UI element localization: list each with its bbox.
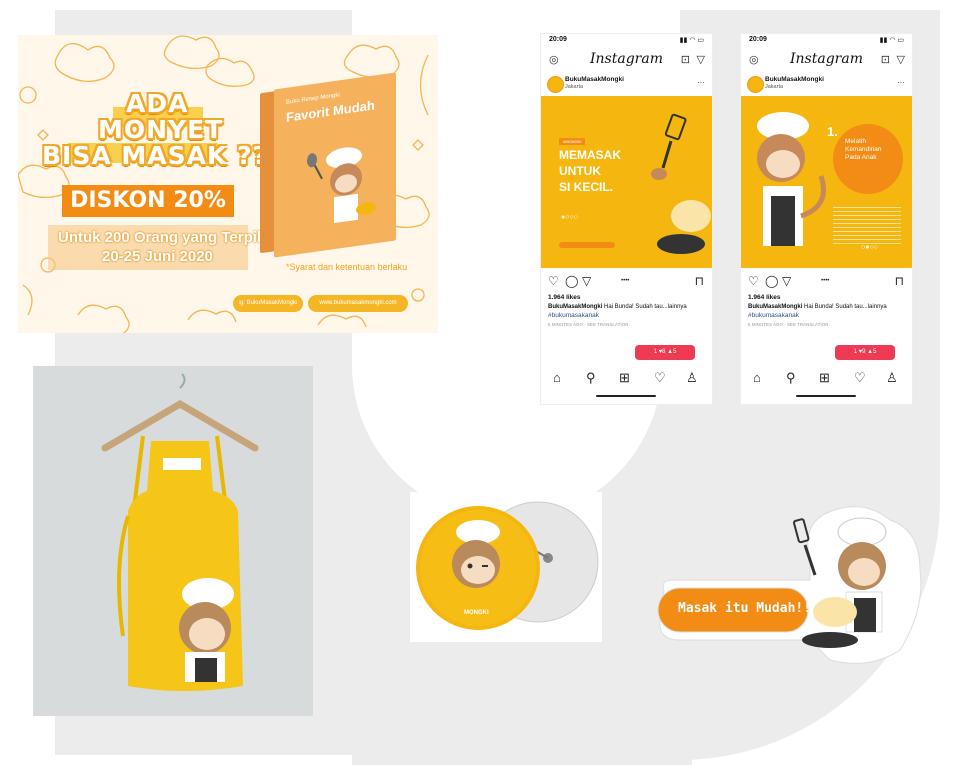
caption-username[interactable]: BukuMasakMongki xyxy=(748,304,802,310)
post-time: 5 MINUTES AGO · SEE TRANSLATION xyxy=(748,322,829,327)
post-location[interactable]: Jakarta xyxy=(765,84,783,90)
sticker-illustration xyxy=(657,506,922,664)
post-username[interactable]: BukuMasakMongki xyxy=(565,76,624,83)
caption-text: Hai Bunda! Sudah tau...lainnya xyxy=(804,304,887,310)
status-time: 20:09 xyxy=(549,36,567,43)
notification-badge: 1 ♥8 ▲5 xyxy=(635,345,695,360)
carousel-indicator: •••• xyxy=(621,278,630,284)
avatar[interactable] xyxy=(547,76,564,93)
home-icon[interactable]: ⌂ xyxy=(553,370,561,385)
promo-banner: ADA MONYET BISA MASAK ?? DISKON 20% Untu… xyxy=(18,35,438,333)
sticker-label: Masak itu Mudah!! xyxy=(678,601,812,616)
save-icon[interactable]: ⊓ xyxy=(695,274,704,288)
cookbook-front: Buku Resep Mongki Favorit Mudah xyxy=(274,72,396,258)
instagram-pill[interactable]: ig: BukuMasakMongki xyxy=(233,295,303,312)
more-options-icon[interactable]: ··· xyxy=(697,78,705,87)
status-time: 20:09 xyxy=(749,36,767,43)
offer-dates: 20-25 Juni 2020 xyxy=(102,248,213,265)
hashtag[interactable]: #bukumasakanak xyxy=(748,312,799,319)
phone-mockup-1: 20:09 ▮▮ ◠ ▭ ◎ Instagram ⊡ ▽ BukuMasakMo… xyxy=(540,33,713,405)
search-icon[interactable]: ⚲ xyxy=(786,370,796,386)
phone-mockup-2: 20:09 ▮▮ ◠ ▭ ◎ Instagram ⊡ ▽ BukuMasakMo… xyxy=(740,33,913,405)
search-icon[interactable]: ⚲ xyxy=(586,370,596,386)
book-mascot-illustration xyxy=(307,147,376,224)
post-image: 1. Melatih Kemandirian Pada Anak ○●○○ xyxy=(741,96,912,268)
avatar[interactable] xyxy=(747,76,764,93)
activity-icon[interactable]: ♡ xyxy=(654,370,666,386)
more-options-icon[interactable]: ··· xyxy=(897,78,905,87)
hashtag[interactable]: #bukumasakanak xyxy=(548,312,599,319)
comment-icon[interactable]: ◯ xyxy=(765,274,778,288)
offer-text: Untuk 200 Orang yang Terpilih xyxy=(58,229,275,246)
post-time: 5 MINUTES AGO · SEE TRANSLATION xyxy=(548,322,629,327)
save-icon[interactable]: ⊓ xyxy=(895,274,904,288)
tip-body-lines xyxy=(833,204,901,244)
status-icons: ▮▮ ◠ ▭ xyxy=(879,37,904,44)
post-location[interactable]: Jakarta xyxy=(565,84,583,90)
add-post-icon[interactable]: ⊞ xyxy=(819,370,830,386)
caption-text: Hai Bunda! Sudah tau...lainnya xyxy=(604,304,687,310)
post-username[interactable]: BukuMasakMongki xyxy=(765,76,824,83)
carousel-indicator: •••• xyxy=(821,278,830,284)
badge-label: MONGKI xyxy=(464,610,489,616)
igtv-icon[interactable]: ⊡ xyxy=(881,53,890,66)
tip-text: Melatih Kemandirian Pada Anak xyxy=(845,138,882,161)
caption-username[interactable]: BukuMasakMongki xyxy=(548,304,602,310)
apron-mockup xyxy=(33,366,313,716)
home-icon[interactable]: ⌂ xyxy=(753,370,761,385)
headline-line-1: ADA xyxy=(126,89,189,118)
caption: BukuMasakMongki Hai Bunda! Sudah tau...l… xyxy=(548,304,708,310)
notification-badge: 1 ♥9 ▲5 xyxy=(835,345,895,360)
sticker-mockup: Masak itu Mudah!! xyxy=(650,500,930,680)
direct-message-icon[interactable]: ▽ xyxy=(897,53,905,66)
like-icon[interactable]: ♡ xyxy=(748,274,759,288)
terms-note: *Syarat dan ketentuan berlaku xyxy=(286,262,408,272)
caption: BukuMasakMongki Hai Bunda! Sudah tau...l… xyxy=(748,304,908,310)
share-icon[interactable]: ▽ xyxy=(782,274,791,288)
comment-icon[interactable]: ◯ xyxy=(565,274,578,288)
mascot-spatula-illustration xyxy=(651,113,711,254)
like-icon[interactable]: ♡ xyxy=(548,274,559,288)
likes-count[interactable]: 1.964 likes xyxy=(748,294,781,301)
share-icon[interactable]: ▽ xyxy=(582,274,591,288)
igtv-icon[interactable]: ⊡ xyxy=(681,53,690,66)
carousel-dots: ○●○○ xyxy=(861,244,878,251)
pin-badge-mockup: MONGKI xyxy=(410,492,602,642)
website-pill[interactable]: www.bukumasakmongki.com xyxy=(308,295,408,312)
activity-icon[interactable]: ♡ xyxy=(854,370,866,386)
status-icons: ▮▮ ◠ ▭ xyxy=(679,37,704,44)
discount-label: DISKON 20% xyxy=(62,185,234,217)
profile-icon[interactable]: ♙ xyxy=(886,370,898,386)
add-post-icon[interactable]: ⊞ xyxy=(619,370,630,386)
profile-icon[interactable]: ♙ xyxy=(686,370,698,386)
direct-message-icon[interactable]: ▽ xyxy=(697,53,705,66)
apron-illustration xyxy=(101,373,259,691)
headline-line-3: BISA MASAK ?? xyxy=(42,141,269,170)
post-image: #MONGKI MEMASAK UNTUK SI KECIL. ●○○○ xyxy=(541,96,712,268)
home-indicator xyxy=(596,395,656,397)
headline-line-2: MONYET xyxy=(98,115,224,144)
home-indicator xyxy=(796,395,856,397)
likes-count[interactable]: 1.964 likes xyxy=(548,294,581,301)
pin-badge-illustration xyxy=(416,501,599,630)
tip-number: 1. xyxy=(827,124,838,139)
